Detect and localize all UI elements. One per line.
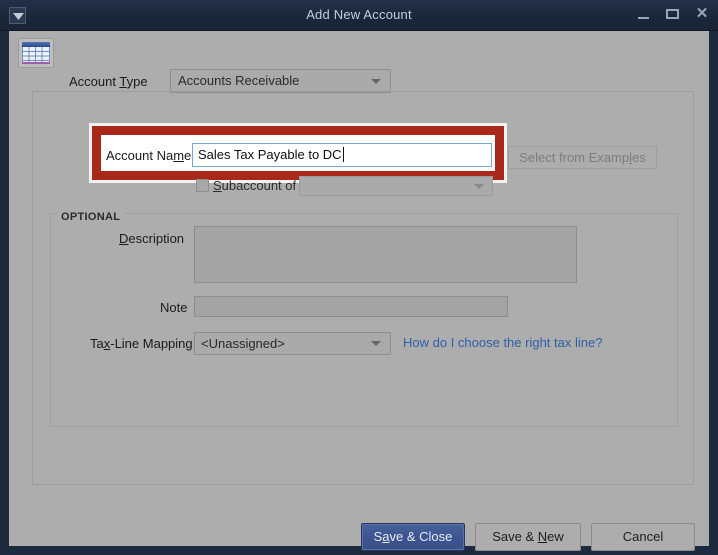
spreadsheet-icon [18,38,54,68]
description-label: Description [119,231,185,246]
account-type-label: Account Type [69,74,148,89]
account-name-label: Account Name [106,148,192,163]
subaccount-label: Subaccount of [213,178,297,193]
minimize-icon[interactable] [636,6,652,22]
tax-line-mapping-label: Tax-Line Mapping [90,336,193,351]
title-bar: Add New Account ✕ [0,0,718,31]
subaccount-dropdown[interactable] [299,176,493,196]
description-textarea[interactable] [194,226,577,283]
cancel-button[interactable]: Cancel [591,523,695,551]
optional-group-label: OPTIONAL [57,211,126,223]
tax-line-mapping-value: <Unassigned> [201,336,285,351]
chevron-down-icon [371,79,381,84]
note-input[interactable] [194,296,508,317]
subaccount-checkbox[interactable] [196,179,209,192]
icon-accent-bar [22,62,50,64]
tax-line-mapping-dropdown[interactable]: <Unassigned> [194,332,391,355]
dialog-client-area: Account Type Accounts Receivable Account… [9,31,709,551]
account-name-value: Sales Tax Payable to DC [198,147,344,162]
save-and-new-button[interactable]: Save & New [475,523,581,551]
close-icon[interactable]: ✕ [694,6,710,22]
chevron-down-icon [371,341,381,346]
note-label: Note [160,300,188,315]
add-new-account-window: Add New Account ✕ Account Type Accounts … [0,0,718,555]
spreadsheet-glyph [22,42,50,63]
account-name-input[interactable]: Sales Tax Payable to DC [192,143,492,167]
account-type-value: Accounts Receivable [178,73,300,88]
tax-line-help-link[interactable]: How do I choose the right tax line? [403,335,602,350]
window-controls: ✕ [636,6,710,22]
save-and-close-button[interactable]: Save & Close [361,523,465,551]
maximize-icon[interactable] [665,6,681,22]
chevron-down-icon [474,184,484,189]
window-title: Add New Account [306,7,412,22]
text-caret [342,147,344,162]
account-type-dropdown[interactable]: Accounts Receivable [170,69,391,93]
select-from-examples-button[interactable]: Select from Examples [508,146,657,169]
